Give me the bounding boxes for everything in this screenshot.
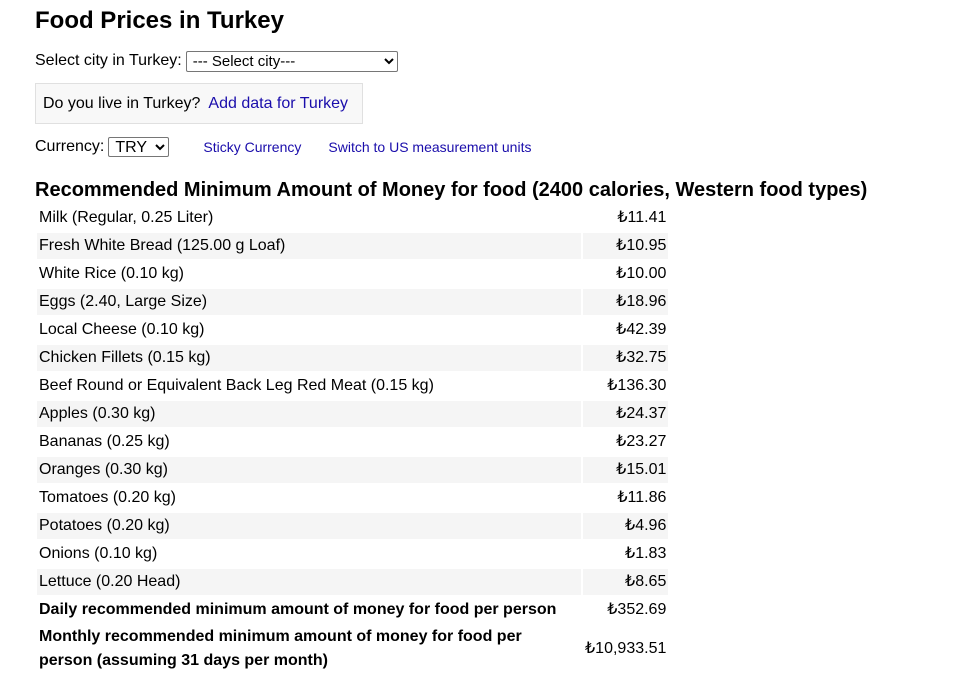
food-item-price: ₺11.41 (617, 209, 667, 226)
table-row: Eggs (2.40, Large Size) ₺18.96 (37, 289, 669, 315)
page-container: Food Prices in Turkey Select city in Tur… (0, 0, 969, 675)
food-item-price: ₺1.83 (625, 545, 667, 562)
food-item-name: Onions (0.10 kg) (39, 545, 158, 562)
food-item-name: Local Cheese (0.10 kg) (39, 321, 205, 338)
daily-total-row: Daily recommended minimum amount of mone… (37, 597, 668, 623)
food-item-name: Apples (0.30 kg) (37, 401, 581, 427)
add-data-box: Do you live in Turkey? Add data for Turke… (35, 83, 364, 124)
food-item-name: Bananas (0.25 kg) (39, 433, 170, 450)
monthly-total-label: Monthly recommended minimum amount of mo… (39, 628, 522, 669)
food-item-name: Beef Round or Equivalent Back Leg Red Me… (39, 377, 434, 394)
food-price-rows: Milk (Regular, 0.25 Liter) ₺11.41 Fresh Wh… (37, 205, 669, 595)
food-item-name: Fresh White Bread (125.00 g Loaf) (37, 233, 581, 259)
page-title: Food Prices in Turkey (35, 7, 284, 34)
daily-total-label: Daily recommended minimum amount of mone… (39, 601, 557, 618)
food-item-price: ₺24.37 (583, 401, 669, 427)
food-item-price: ₺10.00 (616, 265, 667, 282)
city-select-row: Select city in Turkey: --- Select city--… (35, 50, 969, 72)
table-row: Apples (0.30 kg) ₺24.37 (37, 401, 669, 427)
totals-rows: Daily recommended minimum amount of mone… (37, 597, 668, 673)
city-select-label: Select city in Turkey: (35, 52, 182, 69)
table-row: Onions (0.10 kg) ₺1.83 (37, 541, 668, 567)
table-row: Fresh White Bread (125.00 g Loaf) ₺10.95 (37, 233, 669, 259)
food-item-price: ₺11.86 (617, 489, 667, 506)
table-row: Oranges (0.30 kg) ₺15.01 (37, 457, 669, 483)
currency-label: Currency: (35, 138, 105, 155)
food-item-name: Potatoes (0.20 kg) (37, 513, 581, 539)
food-item-price: ₺42.39 (616, 321, 667, 338)
food-item-name: Lettuce (0.20 Head) (37, 569, 581, 595)
food-item-price: ₺18.96 (583, 289, 669, 315)
food-item-name: Milk (Regular, 0.25 Liter) (39, 209, 214, 226)
food-item-price: ₺15.01 (583, 457, 669, 483)
city-select[interactable]: --- Select city--- (185, 50, 398, 72)
daily-total-value: ₺352.69 (607, 601, 667, 618)
food-item-price: ₺4.96 (583, 513, 669, 539)
table-row: Milk (Regular, 0.25 Liter) ₺11.41 (37, 205, 668, 231)
currency-select[interactable]: TRY (108, 137, 170, 157)
food-item-name: White Rice (0.10 kg) (39, 265, 184, 282)
table-row: Chicken Fillets (0.15 kg) ₺32.75 (37, 345, 669, 371)
section-title: Recommended Minimum Amount of Money for … (35, 179, 868, 201)
table-row: White Rice (0.10 kg) ₺10.00 (37, 261, 668, 287)
table-row: Beef Round or Equivalent Back Leg Red Me… (37, 373, 668, 399)
food-item-price: ₺32.75 (583, 345, 669, 371)
monthly-total-value: ₺10,933.51 (585, 640, 667, 657)
add-data-link[interactable]: Add data for Turkey (208, 95, 348, 112)
food-item-name: Chicken Fillets (0.15 kg) (37, 345, 581, 371)
table-row: Tomatoes (0.20 kg) ₺11.86 (37, 485, 668, 511)
food-price-table: Milk (Regular, 0.25 Liter) ₺11.41 Fresh Wh… (35, 203, 670, 675)
table-row: Bananas (0.25 kg) ₺23.27 (37, 429, 668, 455)
food-item-price: ₺23.27 (616, 433, 667, 450)
food-item-name: Eggs (2.40, Large Size) (37, 289, 581, 315)
monthly-total-row: Monthly recommended minimum amount of mo… (37, 625, 668, 673)
sticky-currency-link[interactable]: Sticky Currency (203, 136, 301, 158)
food-item-price: ₺10.95 (583, 233, 669, 259)
table-row: Local Cheese (0.10 kg) ₺42.39 (37, 317, 668, 343)
table-row: Lettuce (0.20 Head) ₺8.65 (37, 569, 669, 595)
food-item-price: ₺136.30 (607, 377, 667, 394)
us-units-link[interactable]: Switch to US measurement units (328, 136, 531, 158)
food-item-name: Tomatoes (0.20 kg) (39, 489, 176, 506)
live-question: Do you live in Turkey? (43, 95, 201, 112)
currency-row: Currency: TRY Sticky Currency Switch to … (35, 136, 969, 158)
food-item-name: Oranges (0.30 kg) (37, 457, 581, 483)
table-row: Potatoes (0.20 kg) ₺4.96 (37, 513, 669, 539)
food-item-price: ₺8.65 (583, 569, 669, 595)
